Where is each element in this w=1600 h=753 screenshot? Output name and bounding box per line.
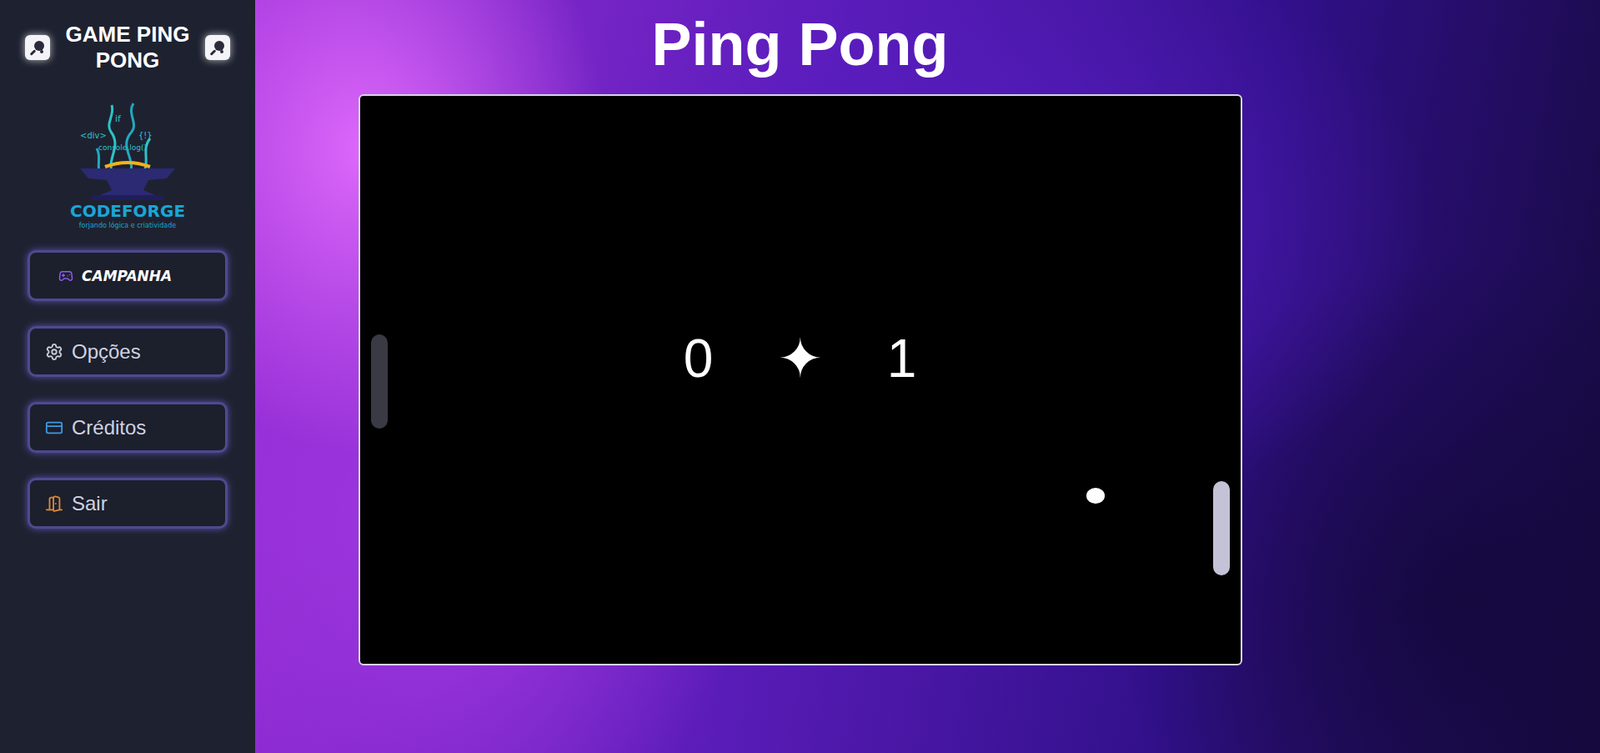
svg-text:<div>: <div> <box>80 130 107 141</box>
game-title: Ping Pong <box>652 11 949 78</box>
sidebar-title: GAME PING PONG <box>52 21 203 74</box>
sidebar-item-label: Opções <box>71 340 141 364</box>
sidebar-menu: CAMPANHA Opções Créditos Sair <box>27 250 228 529</box>
menu-icon <box>45 494 64 513</box>
score-left: 0 <box>673 329 724 388</box>
score: 0 ✦ 1 <box>360 329 1241 388</box>
sidebar-item-label: Créditos <box>71 416 146 440</box>
menu-icon <box>45 418 64 437</box>
game-board[interactable]: 0 ✦ 1 <box>358 94 1243 666</box>
sidebar-header: GAME PING PONG <box>0 21 256 74</box>
sidebar: GAME PING PONG if <div> {!} console.log() COD… <box>0 0 256 753</box>
paddle-badge <box>205 35 231 61</box>
score-separator: ✦ <box>775 329 826 388</box>
sidebar-item-label: Sair <box>71 491 108 516</box>
sidebar-item[interactable]: CAMPANHA <box>27 250 228 301</box>
logo: if <div> {!} console.log() CODEFORGEforjando… <box>56 98 199 241</box>
paddle[interactable] <box>1213 481 1230 576</box>
svg-text:{!}: {!} <box>138 130 153 141</box>
ball <box>1086 487 1105 504</box>
paddle[interactable] <box>371 334 388 429</box>
svg-text:if: if <box>115 113 122 125</box>
sidebar-item[interactable]: Créditos <box>27 401 228 453</box>
paddle-icon <box>29 39 46 56</box>
svg-text:CODEFORGE: CODEFORGE <box>70 200 186 221</box>
paddle-badge <box>25 35 51 61</box>
sidebar-item[interactable]: Sair <box>27 477 228 529</box>
sidebar-item[interactable]: Opções <box>27 326 228 377</box>
paddle-icon <box>209 39 226 56</box>
codeforge-logo: if <div> {!} console.log() CODEFORGEforjando… <box>56 98 199 241</box>
menu-icon <box>45 342 64 362</box>
main: Ping Pong 0 ✦ 1 <box>255 0 1600 753</box>
svg-text:console.log(): console.log() <box>98 143 147 152</box>
sidebar-item-label: CAMPANHA <box>81 267 172 285</box>
score-right: 1 <box>877 329 928 388</box>
svg-text:forjando lógica e criatividade: forjando lógica e criatividade <box>79 220 177 230</box>
page: GAME PING PONG if <div> {!} console.log() COD… <box>0 0 1600 753</box>
menu-icon <box>58 268 74 284</box>
